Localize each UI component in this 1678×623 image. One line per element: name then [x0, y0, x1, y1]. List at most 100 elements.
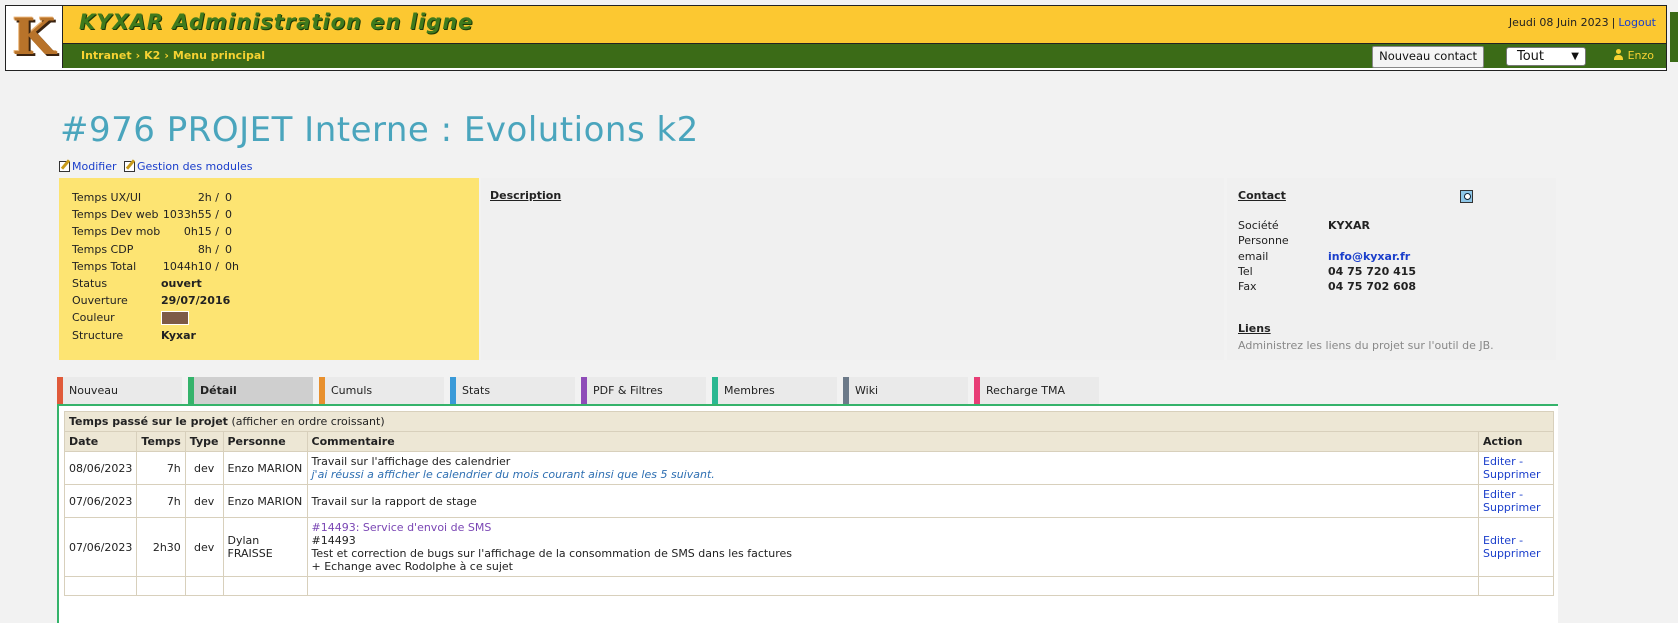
info-value: 1033h55 / [162, 208, 219, 222]
logout-link[interactable]: Logout [1618, 16, 1656, 29]
project-actions: Modifier Gestion des modules [59, 160, 257, 173]
tab-label: Détail [200, 384, 237, 397]
info-row: Temps UX/UI 2h / 0 [72, 189, 239, 206]
cell-commentaire: #14493: Service d'envoi de SMS #14493 Test… [306, 517, 1479, 577]
info-row: Ouverture 29/07/2016 [72, 292, 239, 309]
cell-type: dev [184, 451, 224, 485]
info-value: 0 [225, 225, 232, 239]
table-row: 08/06/2023 7h dev Enzo MARION Travail su… [63, 451, 1554, 485]
tab-wiki[interactable]: Wiki [843, 377, 968, 404]
cell-date: 08/06/2023 [63, 451, 138, 485]
tab-label: Wiki [855, 384, 879, 397]
col-personne: Personne [222, 431, 308, 452]
tab-nouveau[interactable]: Nouveau [57, 377, 182, 404]
breadcrumb-separator: › [164, 49, 169, 62]
comment-text: + Echange avec Rodolphe à ce sujet [311, 560, 513, 573]
cell-empty [1478, 576, 1554, 596]
tab-stats[interactable]: Stats [450, 377, 575, 404]
search-contact-icon[interactable] [1460, 190, 1473, 203]
edit-link[interactable]: Editer - [1483, 534, 1523, 547]
info-row: Structure Kyxar [72, 327, 239, 344]
cell-personne: Dylan FRAISSE [222, 517, 308, 577]
kyxar-logo[interactable]: K [6, 6, 63, 68]
breadcrumb-k2[interactable]: K2 [144, 49, 160, 62]
contact-panel: Contact Société KYXAR Personne email info@… [1227, 178, 1556, 360]
tab-cumuls[interactable]: Cumuls [319, 377, 444, 404]
project-info-panel: Temps UX/UI 2h / 0 Temps Dev web 1033h55 / 0… [59, 178, 479, 360]
info-label: Temps Total [72, 259, 137, 273]
cell-date: 07/06/2023 [63, 484, 138, 518]
cell-temps: 7h [136, 451, 186, 485]
info-label: Temps CDP [72, 242, 134, 256]
modify-link[interactable]: Modifier [72, 160, 116, 173]
info-value: 0h15 / [183, 225, 219, 239]
cell-personne: Enzo MARION [222, 484, 308, 518]
comment-note: j'ai réussi a afficher le calendrier du … [311, 468, 715, 481]
delete-link[interactable]: Supprimer [1483, 501, 1541, 514]
current-date: Jeudi 08 Juin 2023 [1508, 16, 1609, 29]
color-swatch [161, 310, 189, 325]
scrollbar[interactable] [1670, 12, 1678, 62]
societe-label: Société [1238, 219, 1279, 233]
tab-detail[interactable]: Détail [188, 377, 313, 404]
col-date: Date [63, 431, 138, 452]
tab-label: PDF & Filtres [593, 384, 663, 397]
tab-pdf-filtres[interactable]: PDF & Filtres [581, 377, 706, 404]
app-header: K KYXAR Administration en ligne Jeudi 08… [5, 5, 1667, 71]
delete-link[interactable]: Supprimer [1483, 547, 1541, 560]
tab-label: Stats [462, 384, 491, 397]
filter-select[interactable]: Tout ▼ [1506, 47, 1586, 66]
email-link[interactable]: info@kyxar.fr [1328, 249, 1416, 264]
user-menu[interactable]: Enzo [1613, 49, 1654, 62]
cell-action: Editer - Supprimer [1478, 517, 1554, 577]
cell-temps: 7h [136, 484, 186, 518]
manage-modules-link[interactable]: Gestion des modules [137, 160, 253, 173]
time-entries-table: Temps passé sur le projet (afficher en o… [63, 411, 1554, 596]
project-info-table: Temps UX/UI 2h / 0 Temps Dev web 1033h55 / 0… [72, 189, 239, 344]
tel-value: 04 75 720 415 [1328, 265, 1417, 279]
caption-title: Temps passé sur le projet [69, 415, 228, 428]
personne-value [1328, 233, 1416, 248]
info-row: Temps Dev mob 0h15 / 0 [72, 223, 239, 240]
delete-link[interactable]: Supprimer [1483, 468, 1541, 481]
tab-recharge-tma[interactable]: Recharge TMA [974, 377, 1099, 404]
col-action: Action [1478, 431, 1554, 452]
comment-text: Travail sur la rapport de stage [311, 494, 477, 508]
info-value: 8h / [197, 242, 219, 256]
user-name: Enzo [1627, 49, 1654, 62]
cell-type: dev [184, 484, 224, 518]
links-heading: Liens [1238, 322, 1271, 335]
ticket-link[interactable]: #14493: Service d'envoi de SMS [312, 521, 1475, 534]
cell-action: Editer - Supprimer [1478, 451, 1554, 485]
table-caption-row: Temps passé sur le projet (afficher en o… [64, 411, 1554, 432]
ouverture-value: 29/07/2016 [161, 294, 231, 308]
comment-text: #14493 [311, 534, 356, 547]
breadcrumb-menu-principal[interactable]: Menu principal [173, 49, 265, 62]
breadcrumb-intranet[interactable]: Intranet [81, 49, 132, 62]
info-label: Temps UX/UI [72, 191, 142, 205]
edit-link[interactable]: Editer - [1483, 455, 1523, 468]
description-panel: Description [481, 178, 1224, 360]
edit-link[interactable]: Editer - [1483, 488, 1523, 501]
email-label: email [1238, 249, 1269, 263]
breadcrumb-separator: › [135, 49, 141, 62]
personne-label: Personne [1238, 234, 1289, 248]
cell-empty [136, 576, 186, 596]
info-row: Temps CDP 8h / 0 [72, 241, 239, 258]
tab-membres[interactable]: Membres [712, 377, 837, 404]
table-caption: Temps passé sur le projet (afficher en o… [64, 411, 1554, 432]
status-value: ouvert [161, 277, 202, 291]
info-value: 1044h10 / [162, 259, 219, 273]
tab-label: Cumuls [331, 384, 373, 397]
top-right-info: Jeudi 08 Juin 2023 | Logout [1509, 16, 1656, 29]
info-value: 0 [225, 191, 232, 205]
col-temps: Temps [136, 431, 186, 452]
comment-text: Test et correction de bugs sur l'afficha… [311, 547, 793, 560]
sort-ascending-link[interactable]: (afficher en ordre croissant) [231, 415, 384, 428]
structure-label: Structure [72, 328, 124, 342]
new-contact-button[interactable]: Nouveau contact [1372, 46, 1484, 68]
tab-label: Recharge TMA [986, 384, 1065, 397]
structure-value: Kyxar [161, 328, 196, 342]
cell-empty [63, 576, 138, 596]
table-row: 07/06/2023 7h dev Enzo MARION Travail su… [63, 484, 1554, 518]
